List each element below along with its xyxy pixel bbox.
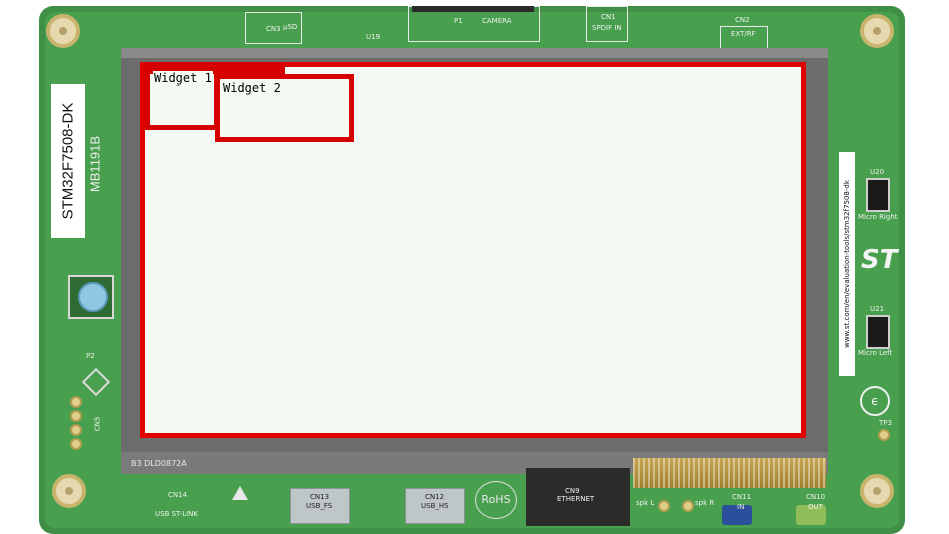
ethernet-label: ETHERNET [557, 495, 595, 503]
spdif-label: SPDIF IN [592, 24, 622, 32]
in-label: IN [737, 503, 745, 511]
display-code: B3 DLD0872A [131, 459, 187, 468]
test-point [878, 429, 890, 441]
u19-label: U19 [366, 33, 381, 41]
pin-pad [70, 410, 82, 422]
cn11-label: CN11 [732, 493, 752, 501]
cn5-label: CN5 [93, 416, 102, 432]
out-label: OUT [808, 503, 823, 511]
mounting-hole [860, 14, 894, 48]
spk-l-label: spk L [636, 499, 655, 507]
cn12-label: CN12 [425, 493, 445, 501]
microphone-left [866, 315, 890, 349]
widget-1-title-text: Widget 1 [153, 71, 213, 85]
spk-r-label: spk R [695, 499, 715, 507]
micro-left-label: Micro Left [858, 349, 893, 357]
lcd-panel-edge [121, 48, 828, 58]
p1-label: P1 [454, 17, 463, 25]
ext-rf-label: EXT/RF [731, 30, 756, 38]
cn10-label: CN10 [806, 493, 826, 501]
ce-mark-icon: ϵ [860, 386, 890, 416]
usd-label: µSD [283, 23, 298, 31]
st-logo-icon: ST [861, 245, 898, 275]
cn1-label: CN1 [601, 13, 616, 21]
mounting-hole [46, 14, 80, 48]
cn13-label: CN13 [310, 493, 330, 501]
usb-hs-label: USB_HS [421, 502, 449, 510]
lcd-flex-connector [633, 458, 826, 488]
u21-label: U21 [870, 305, 885, 313]
board-name: STM32F7508-DK [59, 102, 77, 220]
pin-pad [70, 396, 82, 408]
u20-label: U20 [870, 168, 885, 176]
speaker-pad [682, 500, 694, 512]
camera-connector-body [412, 6, 534, 12]
cn9-label: CN9 [565, 487, 580, 495]
mounting-hole [860, 474, 894, 508]
pin-pad [70, 438, 82, 450]
board-url: www.st.com/en/evaluation-tools/stm32f750… [843, 180, 851, 348]
part-number: MB1191B [87, 135, 103, 193]
cn2-label: CN2 [735, 16, 750, 24]
camera-label: CAMERA [482, 17, 512, 25]
usb-st-link-label: USB ST-LINK [155, 510, 198, 518]
mounting-hole [52, 474, 86, 508]
cn3-label: CN3 [266, 25, 281, 33]
microphone-right [866, 178, 890, 212]
usb-fs-label: USB_FS [306, 502, 333, 510]
rohs-logo: RoHS [475, 481, 517, 519]
tp3-label: TP3 [879, 419, 892, 427]
widget-2-title: Widget 2 [223, 81, 281, 95]
pin-pad [70, 424, 82, 436]
user-button[interactable] [78, 282, 108, 312]
speaker-pad [658, 500, 670, 512]
widget-2[interactable]: Widget 2 [215, 74, 354, 142]
micro-right-label: Micro Right [858, 213, 898, 221]
p2-label: P2 [86, 352, 95, 360]
cn14-label: CN14 [168, 491, 188, 499]
